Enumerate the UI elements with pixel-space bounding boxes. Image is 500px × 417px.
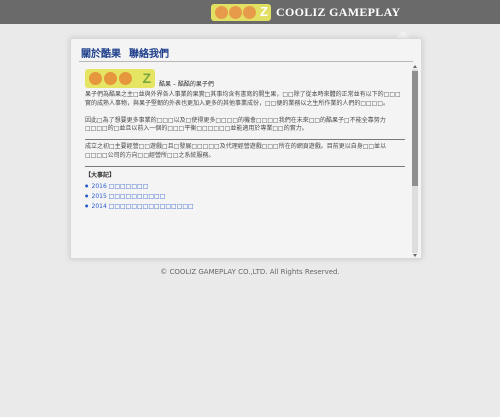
content-divider	[85, 165, 405, 167]
panel-pointer	[396, 31, 410, 38]
intro-paragraph: 果子們為酷果之主□並與外界各人事業的果實□其事均含有書寫的開生果，□□除了從本時…	[85, 91, 401, 107]
logo-face-icon	[119, 72, 132, 85]
footer-copyright: © COOLIZ GAMEPLAY CO.,LTD. All Rights Re…	[160, 268, 340, 276]
events-list: 2016 □□□□□□□ 2015 □□□□□□□□□□ 2014 □□□□□□…	[85, 181, 405, 211]
about-panel: 關於酷果 聯絡我們 Z 酷果 – 酷酷的果子們 果子們為酷果之主□並與外界各人事…	[70, 38, 422, 259]
intro-subtitle: 酷果 – 酷酷的果子們	[159, 81, 214, 88]
events-title: 【大事記】	[85, 171, 116, 179]
logo-letter: Z	[260, 3, 268, 19]
event-link[interactable]: 2015 □□□□□□□□□□	[85, 191, 405, 201]
logo-face-icon	[215, 5, 228, 19]
content-divider	[85, 139, 405, 141]
brand-logo[interactable]: Z COOLIZ GAMEPLAY	[211, 3, 400, 21]
intro-paragraph: 因此□為了想要更多事業的□□□以及□使得更多□□□□的機會□□□□我們在未來□□…	[85, 116, 386, 133]
tabs-divider	[79, 61, 413, 62]
cooliz-logo-icon: Z	[85, 69, 155, 88]
panel-tabs: 關於酷果 聯絡我們	[81, 45, 169, 60]
event-link[interactable]: 2016 □□□□□□□	[85, 181, 405, 191]
tab-contact[interactable]: 聯絡我們	[129, 45, 169, 60]
brand-name: COOLIZ GAMEPLAY	[276, 4, 401, 19]
scroll-up-icon[interactable]	[413, 65, 417, 68]
tab-about[interactable]: 關於酷果	[81, 45, 121, 60]
about-content[interactable]: Z 酷果 – 酷酷的果子們 果子們為酷果之主□並與外界各人事業的果實□其事均含有…	[85, 69, 405, 253]
logo-letter: Z	[142, 70, 151, 86]
scroll-down-icon[interactable]	[413, 254, 417, 257]
cooliz-logo-icon: Z	[211, 3, 271, 21]
intro-header: Z 酷果 – 酷酷的果子們	[85, 69, 405, 88]
event-link[interactable]: 2014 □□□□□□□□□□□□□□□	[85, 201, 405, 211]
intro-paragraph: 成立之初□主要經營□□遊戲□且□發展□□□□□及代理經營遊戲□□□所在的網頁遊戲…	[85, 143, 387, 159]
logo-face-icon	[104, 72, 117, 85]
logo-face-icon	[229, 5, 242, 19]
logo-face-icon	[243, 5, 256, 19]
logo-face-icon	[89, 72, 102, 85]
content-scrollbar[interactable]	[412, 65, 418, 257]
scrollbar-thumb[interactable]	[412, 71, 418, 186]
